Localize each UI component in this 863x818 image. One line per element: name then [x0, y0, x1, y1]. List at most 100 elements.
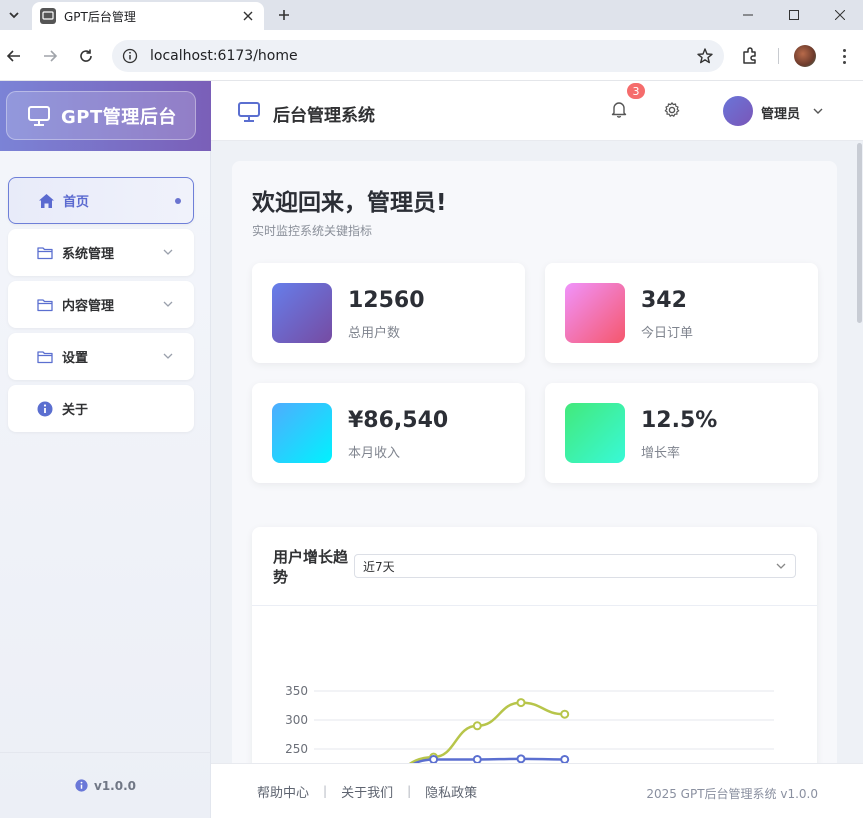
- page-footer: 帮助中心 | 关于我们 | 隐私政策 2025 GPT后台管理系统 v1.0.0: [211, 763, 863, 818]
- favicon-icon: [40, 8, 56, 24]
- footer-copyright: 2025 GPT后台管理系统 v1.0.0: [646, 787, 818, 801]
- maximize-icon[interactable]: [771, 0, 817, 30]
- stat-value: 12560: [348, 288, 425, 313]
- sidebar-item-about[interactable]: 关于: [8, 385, 194, 432]
- stat-color-icon: [272, 283, 332, 343]
- toolbar-divider: [778, 48, 779, 64]
- stat-value: 12.5%: [641, 408, 718, 433]
- window-controls: [725, 0, 863, 30]
- profile-avatar[interactable]: [794, 45, 816, 67]
- footer-separator: |: [407, 784, 412, 798]
- browser-toolbar: localhost:6173/home: [0, 30, 863, 81]
- data-point: [472, 754, 482, 763]
- new-tab-icon[interactable]: [274, 5, 294, 25]
- brand-logo[interactable]: GPT管理后台: [6, 91, 196, 140]
- data-point: [560, 754, 570, 763]
- browser-tab[interactable]: GPT后台管理: [32, 2, 264, 30]
- more-menu-icon[interactable]: [834, 46, 854, 66]
- monitor-icon: [28, 105, 50, 126]
- main-content: 欢迎回来，管理员! 实时监控系统关键指标 12560 总用户数 342 今日订单…: [211, 141, 863, 763]
- tab-title: GPT后台管理: [64, 9, 136, 24]
- brand-bar: GPT管理后台: [0, 81, 211, 151]
- range-select[interactable]: 近7天: [354, 554, 796, 578]
- extensions-icon[interactable]: [740, 46, 760, 66]
- forward-arrow-icon[interactable]: [40, 46, 60, 66]
- app-header: 后台管理系统 3 管理员: [211, 81, 863, 141]
- stat-card-users[interactable]: 12560 总用户数: [252, 263, 525, 363]
- home-icon: [37, 192, 55, 210]
- chevron-down-icon[interactable]: [812, 105, 824, 117]
- url-text: localhost:6173/home: [150, 48, 298, 64]
- sidebar-item-label: 内容管理: [62, 299, 115, 314]
- info-icon: [75, 779, 88, 792]
- active-indicator-dot: [175, 198, 181, 204]
- bookmark-star-icon[interactable]: [696, 47, 714, 65]
- footer-separator: |: [323, 784, 328, 798]
- sidebar-item-system[interactable]: 系统管理: [8, 229, 194, 276]
- monitor-icon: [238, 102, 260, 122]
- series-line: [408, 701, 565, 763]
- bell-icon[interactable]: [609, 99, 629, 119]
- sidebar-item-content[interactable]: 内容管理: [8, 281, 194, 328]
- sidebar-item-label: 首页: [63, 195, 90, 210]
- stat-label: 增长率: [641, 446, 681, 461]
- stat-card-revenue[interactable]: ¥86,540 本月收入: [252, 383, 525, 483]
- chevron-down-icon: [163, 249, 173, 255]
- data-point: [516, 698, 526, 708]
- stat-label: 本月收入: [348, 446, 401, 461]
- minimize-icon[interactable]: [725, 0, 771, 30]
- stat-color-icon: [565, 403, 625, 463]
- folder-icon: [36, 244, 54, 262]
- info-icon: [36, 400, 54, 418]
- data-point: [516, 754, 526, 763]
- sidebar-item-label: 设置: [62, 351, 89, 366]
- back-arrow-icon[interactable]: [4, 46, 24, 66]
- brand-title: GPT管理后台: [61, 106, 177, 128]
- stat-color-icon: [272, 403, 332, 463]
- gear-icon[interactable]: [663, 101, 681, 119]
- stat-card-orders[interactable]: 342 今日订单: [545, 263, 818, 363]
- dashboard-panel: 欢迎回来，管理员! 实时监控系统关键指标 12560 总用户数 342 今日订单…: [232, 161, 837, 763]
- welcome-title: 欢迎回来，管理员!: [252, 190, 447, 216]
- sidebar-item-label: 关于: [62, 403, 89, 418]
- scrollbar-thumb[interactable]: [857, 143, 862, 323]
- y-tick-label: 300: [285, 713, 308, 727]
- chevron-down-icon: [163, 353, 173, 359]
- welcome-subtitle: 实时监控系统关键指标: [252, 224, 373, 238]
- stat-label: 今日订单: [641, 326, 694, 341]
- scrollbar[interactable]: [855, 141, 863, 763]
- sidebar-item-settings[interactable]: 设置: [8, 333, 194, 380]
- stat-color-icon: [565, 283, 625, 343]
- y-tick-label: 250: [285, 742, 308, 756]
- chevron-down-icon: [163, 301, 173, 307]
- footer-link-about[interactable]: 关于我们: [341, 782, 393, 801]
- line-chart: 250 300 350: [285, 684, 774, 763]
- chevron-down-icon: [9, 12, 19, 19]
- window-close-icon[interactable]: [817, 0, 863, 30]
- user-name[interactable]: 管理员: [761, 103, 800, 122]
- version-label: v1.0.0: [94, 778, 136, 793]
- sidebar-item-home[interactable]: 首页: [8, 177, 194, 224]
- stat-value: ¥86,540: [348, 408, 449, 433]
- site-info-icon[interactable]: [122, 48, 138, 64]
- folder-icon: [36, 348, 54, 366]
- y-tick-label: 350: [285, 684, 308, 698]
- avatar[interactable]: [723, 96, 753, 126]
- stat-value: 342: [641, 288, 687, 313]
- address-bar[interactable]: localhost:6173/home: [112, 40, 724, 72]
- folder-icon: [36, 296, 54, 314]
- data-point: [472, 721, 482, 731]
- sidebar-footer: v1.0.0: [0, 752, 211, 818]
- user-growth-chart-card: 用户增长趋势 近7天 250 300 350: [252, 527, 817, 763]
- stat-card-growth[interactable]: 12.5% 增长率: [545, 383, 818, 483]
- reload-icon[interactable]: [76, 46, 96, 66]
- close-tab-icon[interactable]: [240, 8, 256, 24]
- footer-link-privacy[interactable]: 隐私政策: [425, 782, 477, 801]
- footer-link-help[interactable]: 帮助中心: [257, 782, 309, 801]
- data-point: [429, 754, 439, 763]
- chart-title: 用户增长趋势: [273, 548, 349, 586]
- tab-search-button[interactable]: [4, 5, 24, 25]
- sidebar: GPT管理后台 首页 系统管理 内容管理 设置 关于 v1.0.0: [0, 81, 211, 818]
- chevron-down-icon: [776, 563, 786, 569]
- stat-label: 总用户数: [348, 326, 401, 341]
